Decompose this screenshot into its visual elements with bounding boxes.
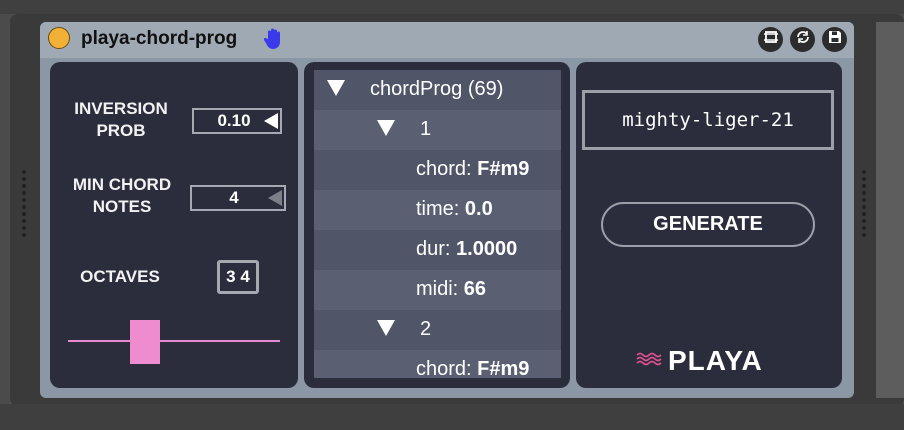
device-title: playa-chord-prog (81, 28, 238, 49)
power-button[interactable] (48, 27, 70, 49)
brand-name: PLAYA (668, 345, 763, 376)
generate-button[interactable]: GENERATE (601, 202, 815, 247)
right-drag-grip[interactable] (862, 170, 866, 237)
left-drag-grip[interactable] (22, 170, 26, 237)
host-top-strip (0, 0, 904, 14)
tree-row-chord-2[interactable]: chord: F#m9 (314, 350, 561, 378)
tree-row-node-1[interactable]: 1 (314, 110, 561, 150)
save-button[interactable] (822, 27, 847, 52)
waves-icon (636, 351, 662, 372)
parameters-panel: INVERSION PROB 0.10 MIN CHORD NOTES 4 OC… (50, 62, 298, 388)
tree-row-dur[interactable]: dur: 1.0000 (314, 230, 561, 270)
octave-slider-track[interactable] (68, 340, 280, 342)
triangle-left-icon (264, 113, 278, 129)
octaves-number[interactable]: 3 4 (217, 260, 259, 294)
generator-panel: mighty-liger-21 GENERATE PLAYA (576, 62, 842, 388)
refresh-button[interactable] (790, 27, 815, 52)
tree-root-label: chordProg (69) (370, 78, 504, 100)
chord-value: F#m9 (477, 358, 530, 378)
chord-tree-view[interactable]: chordProg (69) 1 chord: F#m9 time: 0.0 d… (314, 70, 561, 378)
tree-row-chord-1[interactable]: chord: F#m9 (314, 150, 561, 190)
expand-triangle-icon[interactable] (377, 320, 395, 336)
triangle-left-icon (268, 190, 282, 206)
tree-row-root[interactable]: chordProg (69) (314, 70, 561, 110)
inversion-prob-label: INVERSION PROB (74, 99, 168, 140)
tree-row-midi[interactable]: midi: 66 (314, 270, 561, 310)
inversion-prob-value: 0.10 (217, 111, 251, 130)
expand-triangle-icon[interactable] (377, 120, 395, 136)
min-chord-notes-number[interactable]: 4 (190, 185, 286, 211)
midi-key: midi: (416, 278, 459, 300)
save-icon (827, 29, 843, 50)
host-bottom-strip (0, 404, 904, 430)
device-window: playa-chord-prog INVERSION PROB 0.10 MIN… (40, 22, 854, 398)
octave-slider-thumb[interactable] (130, 320, 160, 364)
min-chord-notes-label: MIN CHORD NOTES (72, 175, 172, 216)
chord-value: F#m9 (477, 158, 530, 180)
chord-tree-panel: chordProg (69) 1 chord: F#m9 time: 0.0 d… (304, 62, 570, 388)
time-key: time: (416, 198, 460, 220)
inversion-prob-number[interactable]: 0.10 (192, 108, 282, 134)
tree-node-2-label: 2 (420, 318, 432, 340)
next-device-pane (876, 22, 904, 398)
freeze-button[interactable] (758, 27, 783, 52)
dur-value: 1.0000 (456, 238, 518, 260)
chord-key: chord: (416, 358, 472, 378)
chord-key: chord: (416, 158, 472, 180)
tree-row-node-2[interactable]: 2 (314, 310, 561, 350)
midi-value: 66 (463, 278, 487, 300)
hand-icon (262, 27, 286, 56)
freeze-icon (763, 29, 779, 50)
progression-name-display: mighty-liger-21 (582, 90, 834, 150)
dur-key: dur: (416, 238, 451, 260)
tree-row-time[interactable]: time: 0.0 (314, 190, 561, 230)
octaves-value: 3 4 (226, 267, 250, 286)
playa-logo: PLAYA (636, 345, 763, 376)
octaves-label: OCTAVES (80, 267, 160, 286)
tree-node-1-label: 1 (420, 118, 432, 140)
min-chord-notes-value: 4 (229, 188, 239, 207)
device-title-bar[interactable]: playa-chord-prog (40, 22, 854, 58)
refresh-icon (795, 29, 811, 50)
expand-triangle-icon[interactable] (327, 80, 345, 96)
time-value: 0.0 (464, 198, 493, 220)
